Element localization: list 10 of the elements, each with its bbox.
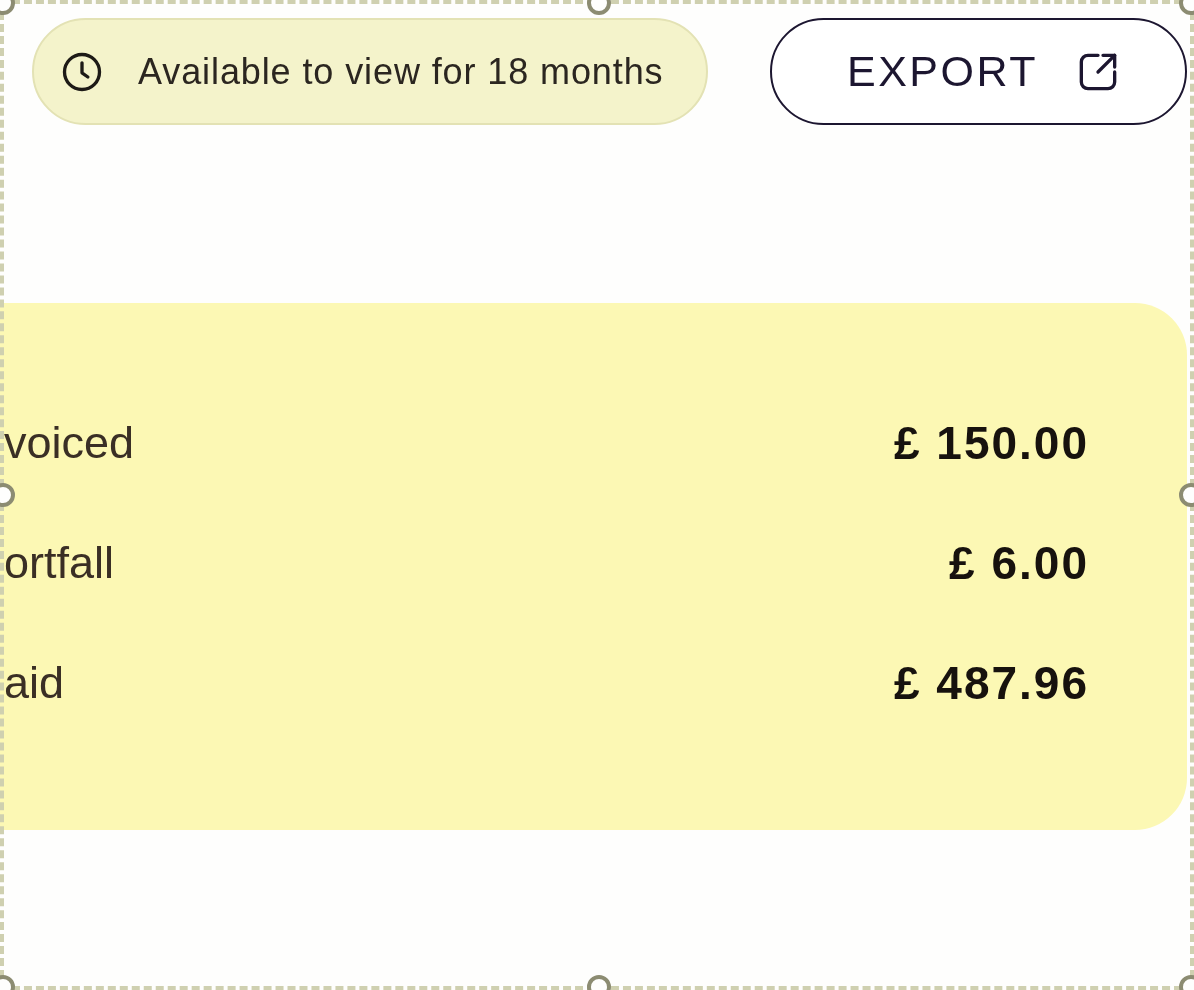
summary-amount: £ 6.00	[949, 536, 1089, 590]
summary-label: aid	[4, 657, 65, 709]
clock-icon	[62, 51, 102, 92]
summary-label: voiced	[4, 417, 135, 469]
external-link-icon	[1078, 51, 1118, 92]
export-button[interactable]: EXPORT	[770, 18, 1187, 125]
availability-text: Available to view for 18 months	[138, 50, 664, 93]
summary-amount: £ 487.96	[893, 656, 1089, 710]
summary-amount: £ 150.00	[893, 416, 1089, 470]
summary-label: ortfall	[4, 537, 115, 589]
